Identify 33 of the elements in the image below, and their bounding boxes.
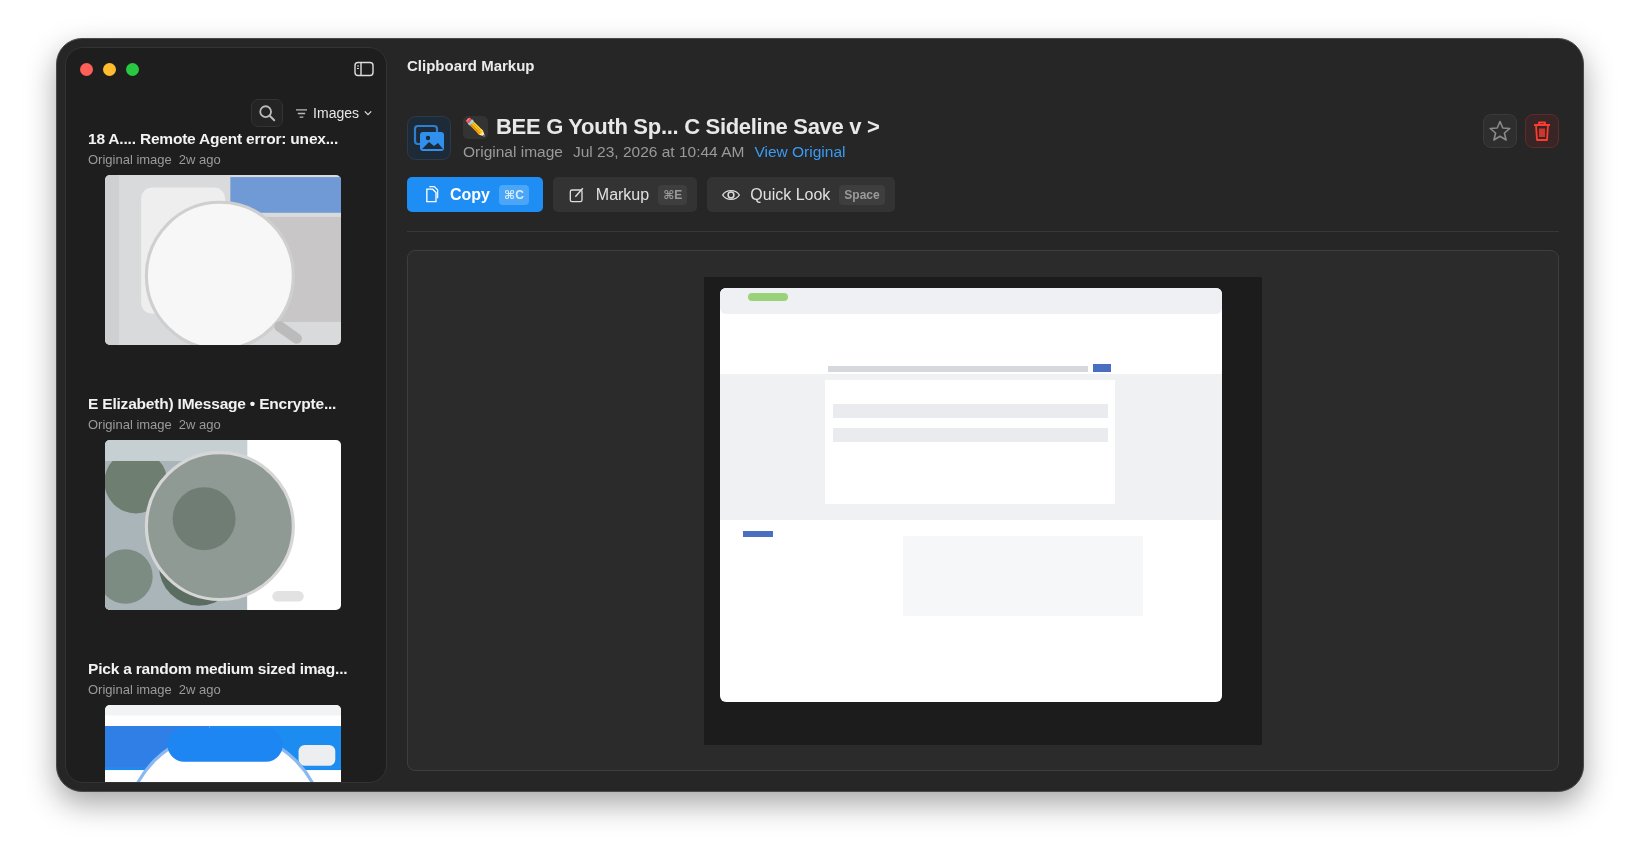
action-button[interactable]: Quick Look Space [707, 177, 895, 212]
pencil-emoji: ✏ [463, 115, 488, 139]
item-title: E Elizabeth) IMessage • Encrypte... [88, 395, 338, 413]
item-title: Pick a random medium sized imag... [88, 660, 349, 678]
shortcut-badge: ⌘E [658, 184, 688, 205]
search-icon [258, 104, 277, 122]
item-age: 2w ago [178, 417, 221, 432]
item-title: 18 A.... Remote Agent error: unex... [88, 130, 340, 148]
zoom-button[interactable] [126, 62, 139, 76]
search-button[interactable] [251, 99, 284, 127]
shortcut-badge: ⌘C [499, 184, 529, 205]
favorite-button[interactable] [1483, 114, 1517, 148]
item-date: Jul 23, 2026 at 10:44 AM [572, 143, 745, 161]
item-age: 2w ago [178, 682, 221, 697]
shortcut-badge: Space [839, 184, 885, 205]
chevron-down-icon [364, 110, 372, 116]
item-type: Original image [88, 417, 172, 432]
sidebar-toggle-icon[interactable] [354, 61, 374, 77]
item-title: BEE G Youth Sp... C Sideline Save v > [496, 114, 880, 140]
star-icon [1488, 119, 1512, 143]
view-original-link[interactable]: View Original [754, 143, 846, 161]
images-icon [407, 115, 451, 160]
delete-button[interactable] [1525, 114, 1559, 148]
item-age: 2w ago [178, 152, 221, 167]
window-title: Clipboard Markup [407, 57, 536, 74]
filter-icon [295, 107, 309, 119]
close-button[interactable] [80, 62, 93, 76]
filter-dropdown[interactable]: Images [295, 105, 372, 121]
action-button[interactable]: Markup ⌘E [552, 177, 698, 212]
item-type: Original image [88, 682, 172, 697]
item-type: Original image [463, 143, 563, 161]
item-type: Original image [88, 152, 172, 167]
minimize-button[interactable] [103, 62, 116, 76]
